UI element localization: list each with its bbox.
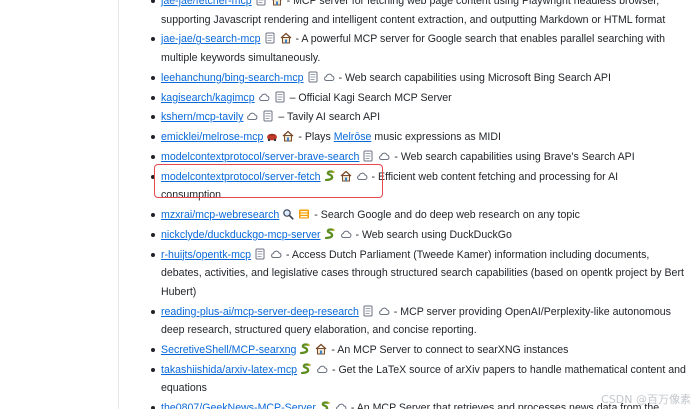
list-bullet: [151, 174, 155, 179]
list-item: jae-jae/fetcher-mcp - MCP server for fet…: [147, 0, 697, 29]
gopher-icon: [266, 130, 278, 142]
item-description: - Web search capabilities using Brave's …: [394, 150, 635, 163]
file-icon: [262, 110, 274, 122]
list-item: reading-plus-ai/mcp-server-deep-research…: [147, 303, 697, 340]
list-item: SecretiveShell/MCP-searxng - An MCP Serv…: [147, 341, 697, 360]
stack-icon: [298, 208, 310, 220]
item-description: – Tavily AI search API: [278, 111, 381, 124]
file-icon: [254, 248, 266, 260]
repo-link[interactable]: reading-plus-ai/mcp-server-deep-research: [161, 306, 359, 318]
python-icon: [324, 170, 336, 182]
repo-link[interactable]: SecretiveShell/MCP-searxng: [161, 344, 296, 356]
list-bullet: [151, 213, 155, 218]
list-bullet: [151, 95, 155, 100]
home-icon: [280, 32, 292, 44]
list-item: jae-jae/g-search-mcp - A powerful MCP se…: [147, 30, 697, 67]
file-icon: [362, 305, 374, 317]
cloud-icon: [316, 363, 328, 375]
list-item: modelcontextprotocol/server-fetch - Effi…: [147, 168, 697, 205]
list-item: kshern/mcp-tavily – Tavily AI search API: [147, 108, 697, 127]
file-icon: [307, 71, 319, 83]
mcp-server-list: jae-jae/fetcher-mcp - MCP server for fet…: [147, 0, 697, 409]
list-item: leehanchung/bing-search-mcp - Web search…: [147, 69, 697, 88]
item-description: - Web search capabilities using Microsof…: [338, 71, 611, 84]
cloud-icon: [340, 228, 352, 240]
file-icon: [274, 91, 286, 103]
python-icon: [324, 228, 336, 240]
list-item: nickclyde/duckduckgo-mcp-server - Web se…: [147, 226, 697, 245]
item-description-line: consumption: [161, 189, 222, 202]
home-icon: [282, 130, 294, 142]
list-bullet: [151, 135, 155, 140]
inline-link[interactable]: Melrōse: [334, 131, 372, 143]
item-description-line: deep research, structured query elaborat…: [161, 324, 477, 337]
list-item: emicklei/melrose-mcp - Plays Melrōse mus…: [147, 128, 697, 147]
watermark: CSDN @百万像素: [601, 393, 691, 406]
list-bullet: [151, 347, 155, 352]
repo-link[interactable]: kshern/mcp-tavily: [161, 111, 243, 123]
cloud-icon: [258, 91, 270, 103]
repo-link[interactable]: nickclyde/duckduckgo-mcp-server: [161, 229, 321, 241]
cloud-icon: [378, 150, 390, 162]
home-icon: [340, 170, 352, 182]
repo-link[interactable]: the0807/GeekNews-MCP-Server: [161, 402, 316, 409]
repo-link[interactable]: modelcontextprotocol/server-fetch: [161, 171, 321, 183]
item-description-line: debates, activities, and legislative cas…: [161, 267, 684, 280]
repo-link[interactable]: mzxrai/mcp-webresearch: [161, 209, 279, 221]
list-bullet: [151, 232, 155, 237]
item-description-line: supporting Javascript rendering and inte…: [161, 13, 666, 26]
repo-link[interactable]: emicklei/melrose-mcp: [161, 131, 263, 143]
python-icon: [299, 343, 311, 355]
repo-link[interactable]: kagisearch/kagimcp: [161, 92, 255, 104]
content-left-border: [118, 0, 119, 409]
item-description: - Get the LaTeX source of arXiv papers t…: [331, 363, 686, 376]
item-description: - MCP server for fetching web page conte…: [286, 0, 660, 7]
item-description: - MCP server providing OpenAI/Perplexity…: [393, 305, 671, 318]
item-description-line: Hubert): [161, 285, 197, 298]
repo-link[interactable]: jae-jae/g-search-mcp: [161, 33, 261, 45]
cloud-icon: [378, 305, 390, 317]
list-bullet: [151, 252, 155, 257]
item-description: - A powerful MCP server for Google searc…: [295, 33, 666, 46]
list-item: kagisearch/kagimcp – Official Kagi Searc…: [147, 89, 697, 108]
cloud-icon: [323, 71, 335, 83]
item-description: – Official Kagi Search MCP Server: [289, 91, 452, 104]
python-icon: [300, 363, 312, 375]
item-description-continued: music expressions as MIDI: [374, 131, 501, 144]
python-icon: [319, 401, 331, 409]
file-icon: [362, 150, 374, 162]
repo-link[interactable]: leehanchung/bing-search-mcp: [161, 72, 304, 84]
cloud-icon: [335, 401, 347, 409]
list-item: modelcontextprotocol/server-brave-search…: [147, 148, 697, 167]
repo-link[interactable]: takashiishida/arxiv-latex-mcp: [161, 364, 297, 376]
home-icon: [271, 0, 283, 6]
home-icon: [315, 343, 327, 355]
item-description: - Efficient web content fetching and pro…: [371, 170, 619, 183]
cloud-icon: [246, 110, 258, 122]
list-item: mzxrai/mcp-webresearch - Search Google a…: [147, 206, 697, 225]
item-description: - Search Google and do deep web research…: [314, 209, 580, 222]
search-icon: [282, 208, 294, 220]
list-bullet: [151, 115, 155, 120]
file-icon: [264, 32, 276, 44]
cloud-icon: [270, 248, 282, 260]
repo-link[interactable]: r-huijts/opentk-mcp: [161, 249, 251, 261]
item-description: - Web search using DuckDuckGo: [355, 228, 512, 241]
list-bullet: [151, 309, 155, 314]
file-icon: [255, 0, 267, 6]
cloud-icon: [356, 170, 368, 182]
list-bullet: [151, 367, 155, 372]
item-description: - An MCP Server to connect to searXNG in…: [331, 343, 569, 356]
item-description: - Plays: [298, 131, 331, 144]
list-bullet: [151, 154, 155, 159]
list-bullet: [151, 0, 155, 3]
item-description: - Access Dutch Parliament (Tweede Kamer)…: [286, 248, 650, 261]
item-description-line: multiple keywords simultaneously.: [161, 51, 321, 64]
list-item: r-huijts/opentk-mcp - Access Dutch Parli…: [147, 246, 697, 302]
repo-link[interactable]: modelcontextprotocol/server-brave-search: [161, 151, 359, 163]
repo-link[interactable]: jae-jae/fetcher-mcp: [161, 0, 252, 7]
list-bullet: [151, 37, 155, 42]
list-bullet: [151, 75, 155, 80]
